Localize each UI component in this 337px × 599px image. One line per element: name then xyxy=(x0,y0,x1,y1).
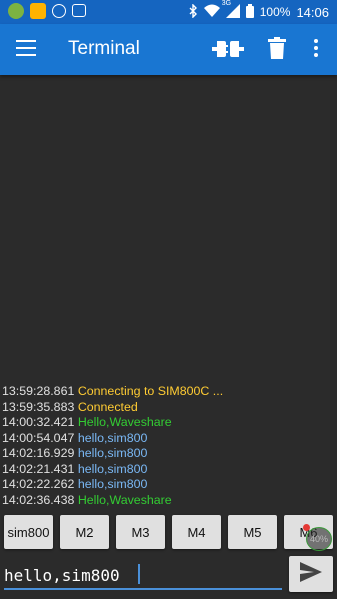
log-line: 13:59:28.861 Connecting to SIM800C ... xyxy=(2,384,335,400)
log-line: 14:00:32.421 Hello,Waveshare xyxy=(2,415,335,431)
send-input[interactable] xyxy=(4,558,282,590)
log-message: hello,sim800 xyxy=(77,446,148,460)
macro-button-2[interactable]: M2 xyxy=(60,515,109,549)
log-timestamp: 14:00:54.047 xyxy=(2,430,75,445)
log-timestamp: 14:00:32.421 xyxy=(2,415,75,429)
log-message: Connecting to SIM800C ... xyxy=(77,384,224,398)
clock: 14:06 xyxy=(296,4,329,20)
log-timestamp: 14:02:36.438 xyxy=(2,492,75,507)
wifi-icon xyxy=(203,4,220,20)
log-message: Hello,Waveshare xyxy=(77,492,172,507)
log-timestamp: 14:02:21.431 xyxy=(2,461,75,476)
battery-icon xyxy=(245,3,254,21)
bluetooth-icon xyxy=(188,2,198,21)
log-line: 14:02:22.262 hello,sim800 xyxy=(2,477,335,493)
battery-percent: 100% xyxy=(259,5,291,19)
log-message: Hello,Waveshare xyxy=(77,415,172,429)
log-timestamp: 14:02:22.262 xyxy=(2,477,75,491)
macro-button-5[interactable]: M5 xyxy=(228,515,277,549)
app-notification-icon xyxy=(8,3,24,19)
badge-indicator-dot xyxy=(303,524,310,531)
log-message: hello,sim800 xyxy=(77,477,148,491)
connect-plug-icon[interactable] xyxy=(212,38,244,60)
terminal-log: 13:59:28.861 Connecting to SIM800C ... 13… xyxy=(2,384,335,508)
page-title: Terminal xyxy=(68,38,140,59)
macro-button-1[interactable]: sim800 xyxy=(4,515,53,549)
system-tray: 3G 100% 14:06 xyxy=(188,0,329,21)
log-timestamp: 14:02:16.929 xyxy=(2,446,75,460)
log-message: hello,sim800 xyxy=(77,430,148,445)
app-bar: Terminal xyxy=(0,24,337,75)
log-message: hello,sim800 xyxy=(77,461,148,476)
notification-icons xyxy=(8,3,86,19)
macro-button-row: sim800 M2 M3 M4 M5 M6 xyxy=(4,515,337,551)
log-line: 13:59:35.883 Connected xyxy=(2,400,335,416)
log-line: 14:02:21.431 hello,sim800 xyxy=(2,462,335,478)
send-icon xyxy=(300,561,322,587)
log-line: 14:00:54.047 hello,sim800 xyxy=(2,431,335,447)
log-line: 14:02:16.929 hello,sim800 xyxy=(2,446,335,462)
app-notification-icon xyxy=(30,3,46,19)
network-type-label: 3G xyxy=(221,0,232,7)
app-notification-icon xyxy=(52,4,66,18)
send-button[interactable] xyxy=(289,556,333,592)
cell-signal-icon: 3G xyxy=(222,0,240,21)
status-bar: 3G 100% 14:06 xyxy=(0,0,337,24)
more-vert-icon[interactable] xyxy=(312,39,320,59)
log-timestamp: 13:59:28.861 xyxy=(2,384,75,398)
trash-icon[interactable] xyxy=(268,37,286,59)
hamburger-icon[interactable] xyxy=(16,40,36,56)
image-notification-icon xyxy=(72,4,86,17)
macro-button-4[interactable]: M4 xyxy=(172,515,221,549)
log-timestamp: 13:59:35.883 xyxy=(2,399,75,414)
log-message: Connected xyxy=(77,399,138,414)
send-input-container xyxy=(4,558,282,592)
macro-button-3[interactable]: M3 xyxy=(116,515,165,549)
text-cursor xyxy=(138,564,140,584)
floating-monitor-badge[interactable]: 40% xyxy=(306,527,332,551)
log-line: 14:02:36.438 Hello,Waveshare xyxy=(2,493,335,509)
